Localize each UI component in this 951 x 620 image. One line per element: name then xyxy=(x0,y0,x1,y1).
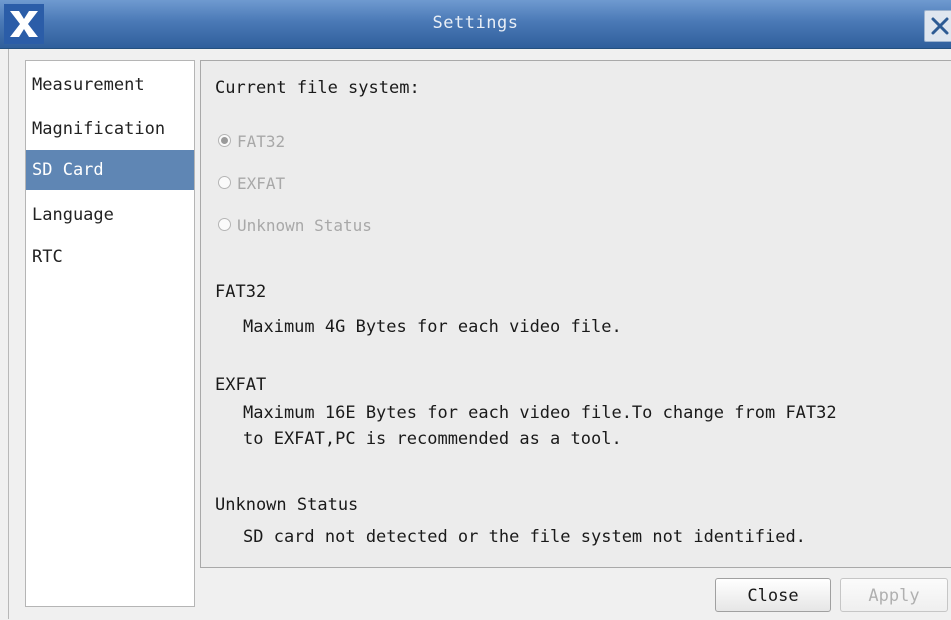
radio-fat32-label: FAT32 xyxy=(237,132,286,151)
fat32-heading: FAT32 xyxy=(215,282,267,302)
radio-unchecked-icon xyxy=(218,218,231,231)
radio-checked-icon xyxy=(218,134,231,147)
sidebar-item-measurement[interactable]: Measurement xyxy=(26,65,194,105)
title-bar: Settings xyxy=(0,0,951,49)
sd-card-panel: Current file system: FAT32 EXFAT Unknown… xyxy=(200,60,951,568)
unknown-status-heading: Unknown Status xyxy=(215,495,359,515)
settings-sidebar: Measurement Magnification SD Card Langua… xyxy=(25,60,195,607)
sidebar-item-rtc[interactable]: RTC xyxy=(26,237,194,277)
radio-fat32[interactable]: FAT32 xyxy=(218,132,285,151)
radio-unchecked-icon xyxy=(218,176,231,189)
fat32-description: Maximum 4G Bytes for each video file. xyxy=(243,317,622,337)
window-title: Settings xyxy=(432,13,519,33)
radio-unknown-status[interactable]: Unknown Status xyxy=(218,216,372,235)
radio-exfat-label: EXFAT xyxy=(237,174,286,193)
radio-unknown-label: Unknown Status xyxy=(237,216,372,235)
sidebar-item-sd-card[interactable]: SD Card xyxy=(26,150,194,190)
exfat-description-line1: Maximum 16E Bytes for each video file.To… xyxy=(243,403,837,423)
radio-exfat[interactable]: EXFAT xyxy=(218,174,285,193)
current-file-system-label: Current file system: xyxy=(215,78,420,98)
unknown-status-description: SD card not detected or the file system … xyxy=(243,527,806,547)
exfat-heading: EXFAT xyxy=(215,375,267,395)
close-button[interactable]: Close xyxy=(715,578,831,612)
sidebar-item-magnification[interactable]: Magnification xyxy=(26,109,194,149)
apply-button[interactable]: Apply xyxy=(840,578,948,612)
close-icon xyxy=(931,17,949,35)
sidebar-item-language[interactable]: Language xyxy=(26,195,194,235)
close-window-button[interactable] xyxy=(924,10,951,42)
exfat-description-line2: to EXFAT,PC is recommended as a tool. xyxy=(243,429,622,449)
